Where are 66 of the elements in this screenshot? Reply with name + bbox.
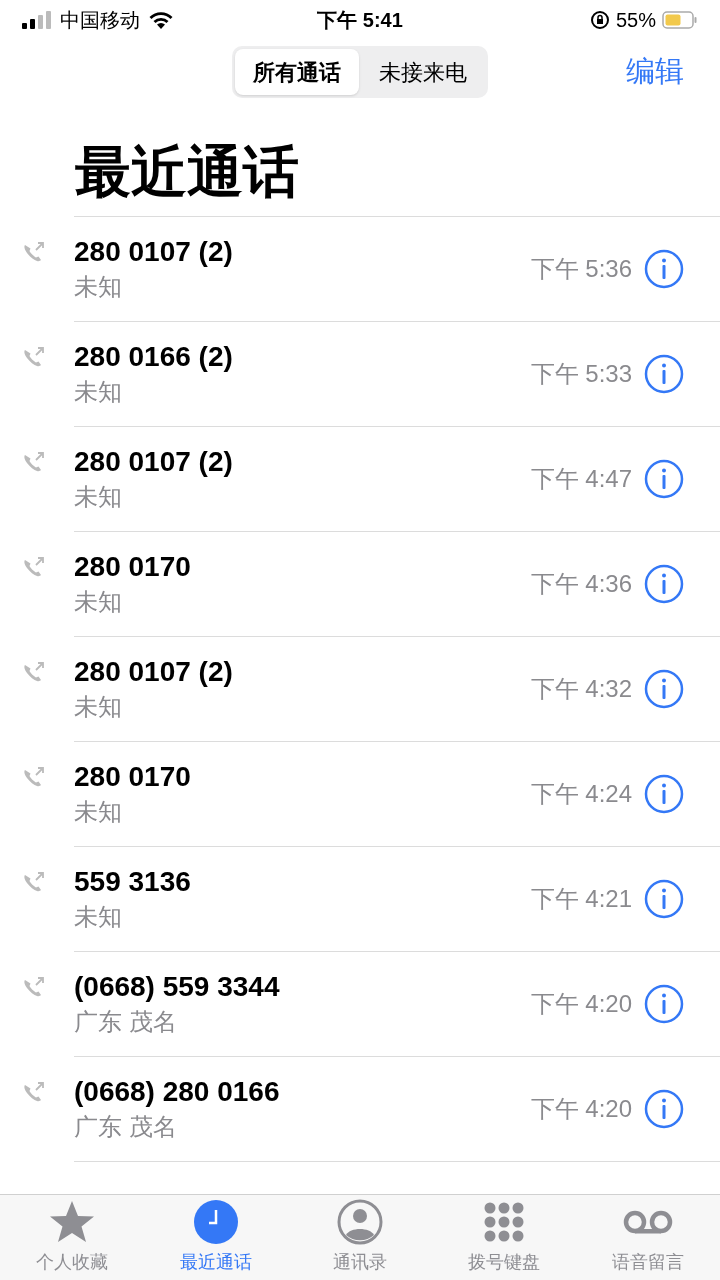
outgoing-call-icon	[22, 977, 46, 999]
outgoing-call-icon	[22, 452, 46, 474]
rotation-lock-icon	[589, 10, 610, 30]
outgoing-call-icon	[22, 242, 46, 264]
segment-tab[interactable]: 未接来电	[361, 49, 485, 95]
voicemail-icon	[623, 1208, 673, 1236]
battery-icon	[662, 10, 698, 30]
status-time: 下午 5:41	[317, 8, 403, 33]
caller-location: 未知	[74, 272, 123, 302]
page-title: 最近通话	[75, 144, 299, 200]
phone-number: 280 0107 (2)	[74, 235, 234, 269]
caller-location: 广东 茂名	[74, 1007, 178, 1037]
clock-icon	[194, 1200, 238, 1244]
carrier-name: 中国移动	[60, 8, 140, 33]
phone-number: 280 0166 (2)	[74, 340, 234, 374]
outgoing-call-icon	[22, 557, 46, 579]
signal-icon	[22, 11, 52, 29]
caller-location: 未知	[74, 692, 123, 722]
call-time: 下午 4:21	[530, 884, 632, 914]
call-time: 下午 5:36	[530, 254, 632, 284]
call-time: 下午 5:33	[530, 359, 632, 389]
call-time: 下午 4:32	[530, 674, 632, 704]
caller-location: 未知	[74, 587, 123, 617]
outgoing-call-icon	[22, 662, 46, 684]
phone-number: 280 0170	[74, 760, 192, 794]
edit-button[interactable]: 编辑	[626, 50, 684, 94]
segment-tab[interactable]: 所有通话	[235, 49, 359, 95]
outgoing-call-icon	[22, 347, 46, 369]
keypad-icon	[482, 1202, 526, 1242]
info-icon[interactable]	[644, 774, 684, 814]
tab-bar-item[interactable]: 最近通话	[144, 1195, 288, 1280]
call-time: 下午 4:20	[530, 1094, 632, 1124]
info-icon[interactable]	[644, 249, 684, 289]
caller-location: 未知	[74, 797, 123, 827]
tab-bar-item[interactable]: 拨号键盘	[432, 1195, 576, 1280]
tab-bar-item[interactable]: 语音留言	[576, 1195, 720, 1280]
caller-location: 未知	[74, 377, 123, 407]
phone-number: 559 3136	[74, 865, 192, 899]
caller-location: 未知	[74, 482, 123, 512]
call-time: 下午 4:36	[530, 569, 632, 599]
tab-bar-item[interactable]: 个人收藏	[0, 1195, 144, 1280]
info-icon[interactable]	[644, 984, 684, 1024]
info-icon[interactable]	[644, 564, 684, 604]
phone-number: 280 0107 (2)	[74, 655, 234, 689]
info-icon[interactable]	[644, 669, 684, 709]
info-icon[interactable]	[644, 354, 684, 394]
phone-number: 280 0170	[74, 550, 192, 584]
info-icon[interactable]	[644, 1089, 684, 1129]
call-time: 下午 4:24	[530, 779, 632, 809]
phone-number: (0668) 559 3344	[74, 970, 281, 1004]
call-time: 下午 4:20	[530, 989, 632, 1019]
call-time: 下午 4:47	[530, 464, 632, 494]
person-icon	[337, 1199, 383, 1245]
outgoing-call-icon	[22, 1082, 46, 1104]
caller-location: 广东 茂名	[74, 1112, 178, 1142]
battery-percentage: 55%	[615, 8, 656, 33]
info-icon[interactable]	[644, 879, 684, 919]
phone-number: (0668) 280 0166	[74, 1075, 281, 1109]
caller-location: 未知	[74, 902, 123, 932]
star-icon	[49, 1200, 95, 1244]
info-icon[interactable]	[644, 459, 684, 499]
wifi-icon	[148, 10, 174, 30]
outgoing-call-icon	[22, 872, 46, 894]
outgoing-call-icon	[22, 767, 46, 789]
tab-bar-item[interactable]: 通讯录	[288, 1195, 432, 1280]
phone-number: 280 0107 (2)	[74, 445, 234, 479]
